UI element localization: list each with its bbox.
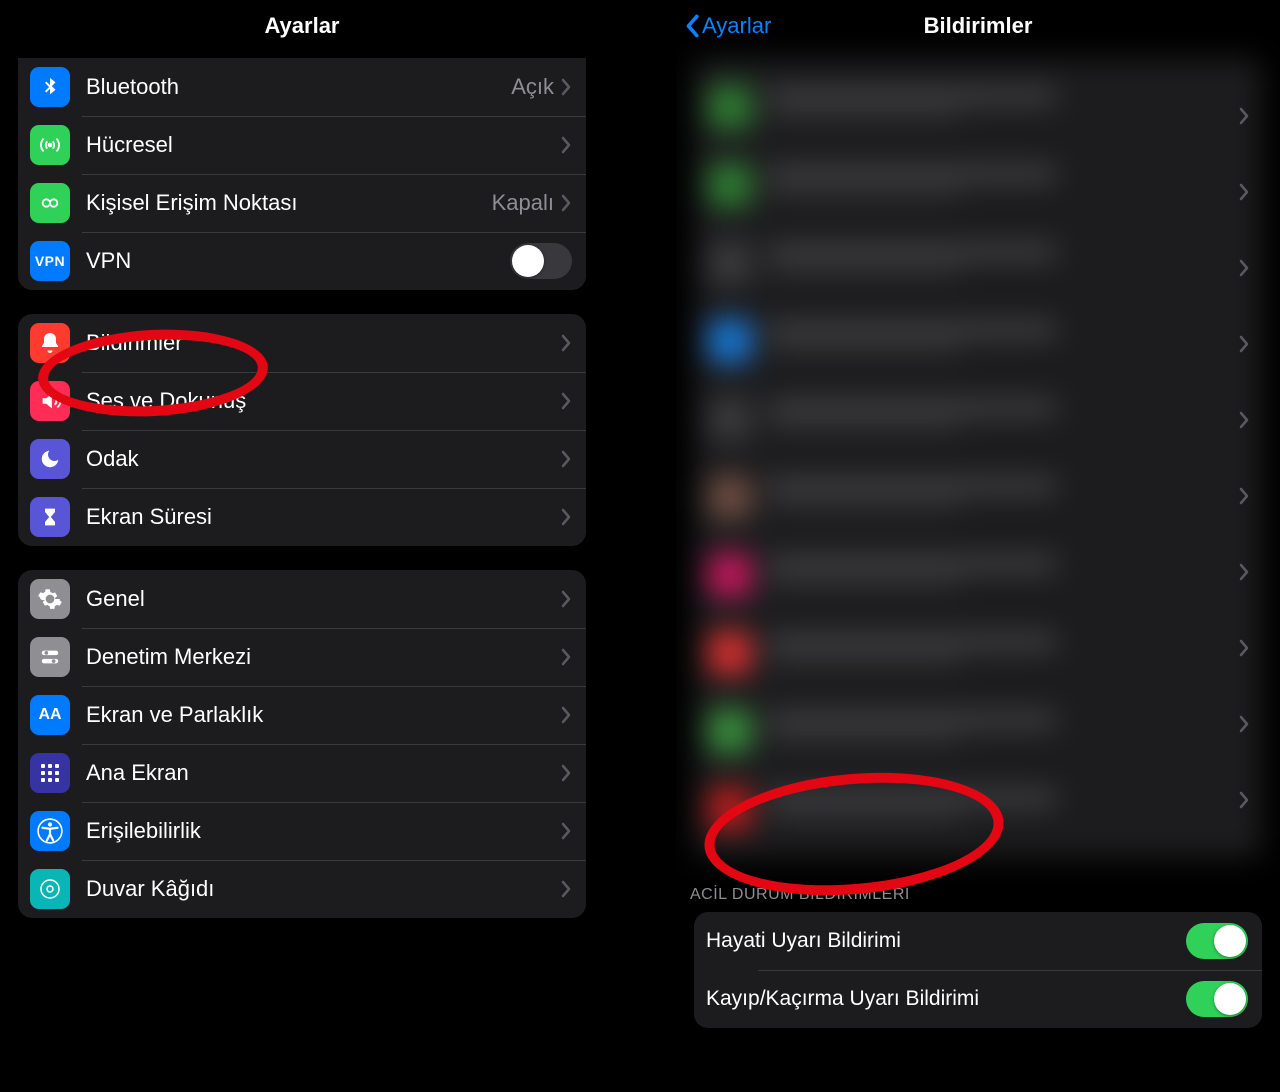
- aa-icon: AA: [30, 695, 70, 735]
- settings-row-switches[interactable]: Denetim Merkezi: [18, 628, 586, 686]
- row-label: Odak: [86, 446, 560, 472]
- nav-title: Bildirimler: [924, 13, 1033, 39]
- row-label: Denetim Merkezi: [86, 644, 560, 670]
- chevron-right-icon: [1238, 638, 1250, 658]
- nav-bar: Ayarlar: [0, 0, 604, 52]
- wallpaper-icon: [30, 869, 70, 909]
- app-notifications-list-blurred: [676, 58, 1280, 858]
- chevron-right-icon: [560, 507, 572, 527]
- chevron-right-icon: [560, 763, 572, 783]
- row-label: Genel: [86, 586, 560, 612]
- settings-row-accessibility[interactable]: Erişilebilirlik: [18, 802, 586, 860]
- settings-row-aa[interactable]: AA Ekran ve Parlaklık: [18, 686, 586, 744]
- chevron-right-icon: [1238, 562, 1250, 582]
- chevron-right-icon: [560, 879, 572, 899]
- settings-row-cellular[interactable]: Hücresel: [18, 116, 586, 174]
- cellular-icon: [30, 125, 70, 165]
- hotspot-icon: [30, 183, 70, 223]
- bluetooth-icon: [30, 67, 70, 107]
- chevron-right-icon: [560, 135, 572, 155]
- settings-row-speaker[interactable]: Ses ve Dokunuş: [18, 372, 586, 430]
- row-value: Açık: [511, 74, 554, 100]
- settings-row-vpn[interactable]: VPN VPN: [18, 232, 586, 290]
- toggle[interactable]: [1186, 981, 1248, 1017]
- back-label: Ayarlar: [702, 13, 771, 39]
- chevron-right-icon: [1238, 182, 1250, 202]
- chevron-right-icon: [1238, 334, 1250, 354]
- hourglass-icon: [30, 497, 70, 537]
- row-label: Bildirimler: [86, 330, 560, 356]
- bell-icon: [30, 323, 70, 363]
- chevron-right-icon: [1238, 486, 1250, 506]
- row-label: Ekran Süresi: [86, 504, 560, 530]
- chevron-right-icon: [1238, 258, 1250, 278]
- row-label: VPN: [86, 248, 510, 274]
- chevron-right-icon: [1238, 106, 1250, 126]
- row-label: Ses ve Dokunuş: [86, 388, 560, 414]
- chevron-right-icon: [560, 449, 572, 469]
- chevron-right-icon: [560, 333, 572, 353]
- chevron-right-icon: [1238, 790, 1250, 810]
- row-label: Ekran ve Parlaklık: [86, 702, 560, 728]
- settings-row-grid[interactable]: Ana Ekran: [18, 744, 586, 802]
- chevron-right-icon: [560, 391, 572, 411]
- row-label: Hayati Uyarı Bildirimi: [706, 929, 1186, 953]
- accessibility-icon: [30, 811, 70, 851]
- toggle[interactable]: [1186, 923, 1248, 959]
- gear-icon: [30, 579, 70, 619]
- emergency-alert-row[interactable]: Hayati Uyarı Bildirimi: [694, 912, 1262, 970]
- emergency-alert-row[interactable]: Kayıp/Kaçırma Uyarı Bildirimi: [694, 970, 1262, 1028]
- row-label: Hücresel: [86, 132, 560, 158]
- settings-row-bell[interactable]: Bildirimler: [18, 314, 586, 372]
- settings-screen: Ayarlar BluetoothAçık Hücresel Kişisel Eri…: [0, 0, 604, 1092]
- chevron-right-icon: [560, 647, 572, 667]
- moon-icon: [30, 439, 70, 479]
- vpn-icon: VPN: [30, 241, 70, 281]
- emergency-section-header: ACİL DURUM BİLDİRİMLERİ: [676, 858, 1280, 912]
- row-value: Kapalı: [492, 190, 554, 216]
- nav-title: Ayarlar: [264, 13, 339, 39]
- speaker-icon: [30, 381, 70, 421]
- chevron-right-icon: [560, 589, 572, 609]
- row-label: Kayıp/Kaçırma Uyarı Bildirimi: [706, 987, 1186, 1011]
- nav-bar: Ayarlar Bildirimler: [676, 0, 1280, 52]
- chevron-right-icon: [560, 77, 572, 97]
- chevron-right-icon: [560, 193, 572, 213]
- chevron-right-icon: [560, 821, 572, 841]
- settings-row-moon[interactable]: Odak: [18, 430, 586, 488]
- settings-row-wallpaper[interactable]: Duvar Kâğıdı: [18, 860, 586, 918]
- row-label: Duvar Kâğıdı: [86, 876, 560, 902]
- settings-row-hotspot[interactable]: Kişisel Erişim NoktasıKapalı: [18, 174, 586, 232]
- chevron-right-icon: [1238, 410, 1250, 430]
- chevron-right-icon: [560, 705, 572, 725]
- notifications-screen: Ayarlar Bildirimler ACİL DURUM BİLDİRİML…: [676, 0, 1280, 1092]
- settings-row-hourglass[interactable]: Ekran Süresi: [18, 488, 586, 546]
- toggle[interactable]: [510, 243, 572, 279]
- row-label: Erişilebilirlik: [86, 818, 560, 844]
- row-label: Kişisel Erişim Noktası: [86, 190, 492, 216]
- chevron-left-icon: [684, 14, 700, 38]
- settings-row-gear[interactable]: Genel: [18, 570, 586, 628]
- settings-row-bluetooth[interactable]: BluetoothAçık: [18, 58, 586, 116]
- back-button[interactable]: Ayarlar: [684, 13, 771, 39]
- row-label: Bluetooth: [86, 74, 511, 100]
- chevron-right-icon: [1238, 714, 1250, 734]
- grid-icon: [30, 753, 70, 793]
- row-label: Ana Ekran: [86, 760, 560, 786]
- switches-icon: [30, 637, 70, 677]
